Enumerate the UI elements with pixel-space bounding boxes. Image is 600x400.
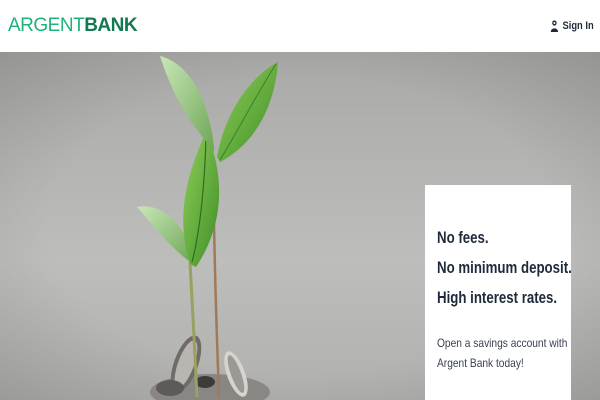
promo-headline-2: No minimum deposit. bbox=[437, 258, 572, 277]
hero-banner: No fees. No minimum deposit. High intere… bbox=[0, 52, 600, 400]
promo-card: No fees. No minimum deposit. High intere… bbox=[425, 185, 572, 400]
promo-body-line-1: Open a savings account with bbox=[437, 336, 568, 350]
sign-in-link[interactable]: Sign In bbox=[551, 20, 594, 32]
sign-in-label: Sign In bbox=[562, 20, 594, 32]
promo-headline-3: High interest rates. bbox=[437, 288, 558, 307]
argent-bank-logo[interactable]: ARGENT BANK bbox=[8, 15, 138, 37]
site-header: ARGENT BANK Sign In bbox=[0, 0, 600, 52]
promo-body-line-2: Argent Bank today! bbox=[437, 356, 524, 370]
person-icon bbox=[551, 20, 559, 32]
logo-text-argent: ARGENT bbox=[8, 15, 85, 36]
logo-text-bank: BANK bbox=[84, 15, 138, 36]
promo-body: Open a savings account with Argent Bank … bbox=[437, 333, 568, 373]
promo-headline-1: No fees. bbox=[437, 228, 489, 247]
